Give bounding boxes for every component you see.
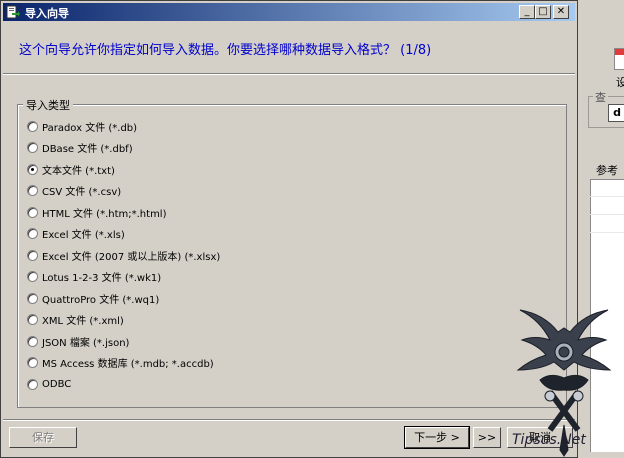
window-title: 导入向导 xyxy=(25,7,69,20)
background-grid-column-header: 参考 xyxy=(590,162,624,180)
import-type-option-label: Lotus 1-2-3 文件 (*.wk1) xyxy=(42,273,162,284)
background-group-label: 查 xyxy=(593,89,608,105)
last-step-button[interactable]: >> xyxy=(473,427,501,448)
radio-button[interactable] xyxy=(27,228,38,239)
import-type-option[interactable]: Lotus 1-2-3 文件 (*.wk1) xyxy=(27,270,161,284)
background-toolbar-label: 设 xyxy=(616,76,624,89)
radio-button[interactable] xyxy=(27,271,38,282)
background-toolbar xyxy=(578,0,624,24)
import-type-option[interactable]: MS Access 数据库 (*.mdb; *.accdb) xyxy=(27,356,214,370)
import-type-option-label: CSV 文件 (*.csv) xyxy=(42,187,122,198)
import-type-option-label: Excel 文件 (2007 或以上版本) (*.xlsx) xyxy=(42,251,221,263)
radio-button[interactable] xyxy=(27,378,38,390)
calendar-icon xyxy=(614,48,624,70)
import-type-option[interactable]: QuattroPro 文件 (*.wq1) xyxy=(27,291,160,306)
import-type-option[interactable]: JSON 檔案 (*.json) xyxy=(27,334,130,349)
import-type-option-label: HTML 文件 (*.htm;*.html) xyxy=(42,208,167,220)
next-button[interactable]: 下一步 > xyxy=(404,426,470,449)
import-type-option[interactable]: CSV 文件 (*.csv) xyxy=(27,184,121,198)
import-type-group-label: 导入类型 xyxy=(23,97,73,113)
import-type-option-label: XML 文件 (*.xml) xyxy=(42,316,124,327)
header-divider xyxy=(3,73,575,75)
import-type-option[interactable]: HTML 文件 (*.htm;*.html) xyxy=(27,205,167,220)
radio-button[interactable] xyxy=(27,206,38,218)
import-type-option[interactable]: ODBC xyxy=(27,377,71,391)
radio-button[interactable] xyxy=(27,314,38,325)
import-wizard-icon xyxy=(6,5,20,19)
import-type-option[interactable]: 文本文件 (*.txt) xyxy=(27,162,115,177)
import-type-option[interactable]: Paradox 文件 (*.db) xyxy=(27,119,138,134)
title-bar[interactable]: 导入向导 _ □ ✕ xyxy=(3,3,575,21)
background-field-box[interactable]: d xyxy=(608,104,624,122)
import-type-option[interactable]: XML 文件 (*.xml) xyxy=(27,313,124,327)
minimize-button[interactable]: _ xyxy=(519,5,535,19)
import-type-option-label: Excel 文件 (*.xls) xyxy=(42,230,125,241)
radio-button[interactable] xyxy=(27,142,38,153)
radio-button[interactable] xyxy=(27,249,38,261)
watermark-text: Tipsus.Net xyxy=(512,432,586,448)
radio-button[interactable] xyxy=(27,163,38,175)
footer-divider xyxy=(3,419,575,421)
import-type-option-label: Paradox 文件 (*.db) xyxy=(42,122,138,134)
radio-button[interactable] xyxy=(27,335,38,347)
import-type-option-label: MS Access 数据库 (*.mdb; *.accdb) xyxy=(42,359,214,370)
radio-button[interactable] xyxy=(27,120,38,132)
close-button[interactable]: ✕ xyxy=(553,5,569,19)
import-type-option[interactable]: Excel 文件 (*.xls) xyxy=(27,227,125,241)
import-type-option-label: DBase 文件 (*.dbf) xyxy=(42,144,133,155)
import-type-option-label: QuattroPro 文件 (*.wq1) xyxy=(42,294,160,306)
import-type-option-label: ODBC xyxy=(42,378,72,390)
import-type-option-label: 文本文件 (*.txt) xyxy=(42,165,115,177)
save-button[interactable]: 保存 xyxy=(9,427,77,448)
import-type-option-label: JSON 檔案 (*.json) xyxy=(42,337,130,349)
maximize-button[interactable]: □ xyxy=(535,5,551,19)
import-type-option[interactable]: DBase 文件 (*.dbf) xyxy=(27,141,133,155)
import-wizard-dialog: 导入向导 _ □ ✕ 这个向导允许你指定如何导入数据。你要选择哪种数据导入格式？… xyxy=(0,0,578,458)
wizard-question: 这个向导允许你指定如何导入数据。你要选择哪种数据导入格式？ (1/8) xyxy=(19,43,432,58)
radio-button[interactable] xyxy=(27,357,38,368)
radio-button[interactable] xyxy=(27,292,38,304)
import-type-option[interactable]: Excel 文件 (2007 或以上版本) (*.xlsx) xyxy=(27,248,221,263)
radio-button[interactable] xyxy=(27,185,38,196)
